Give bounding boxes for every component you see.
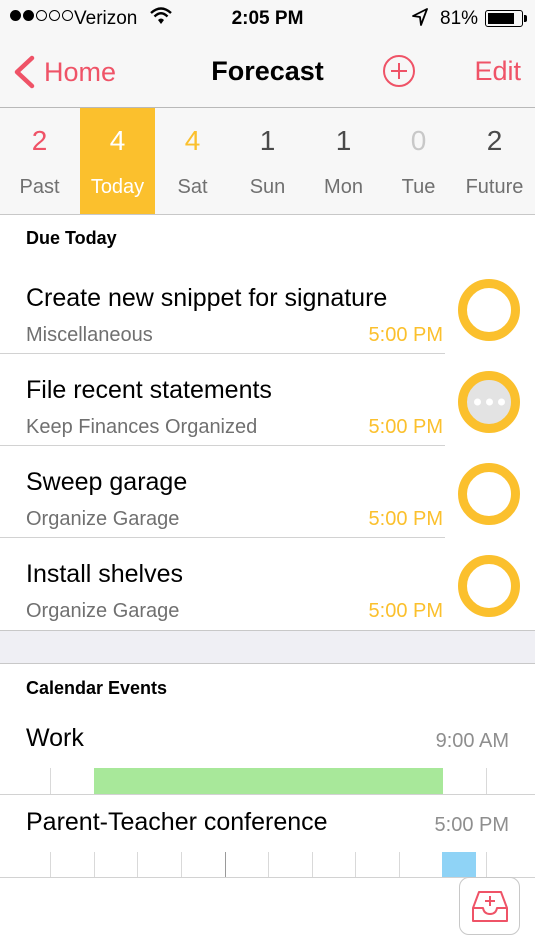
day-tab-mon[interactable]: 1 Mon: [306, 108, 381, 214]
task-checkbox[interactable]: [458, 555, 520, 617]
task-row[interactable]: Create new snippet for signature Miscell…: [0, 262, 535, 354]
due-today-header: Due Today: [26, 228, 117, 248]
back-button[interactable]: Home: [12, 54, 116, 90]
inbox-add-icon: [472, 891, 508, 922]
timeline-tick: [268, 852, 269, 878]
task-title: Create new snippet for signature: [26, 284, 388, 312]
back-button-label: Home: [44, 56, 117, 87]
day-count: 4: [109, 125, 126, 156]
plus-circle-icon[interactable]: [382, 54, 416, 88]
ellipsis-icon: [467, 398, 511, 406]
day-tab-past[interactable]: 2 Past: [2, 108, 77, 214]
timeline-tick: [137, 852, 138, 878]
timeline-tick: [225, 852, 226, 878]
row-divider: [0, 877, 535, 878]
battery-icon: [485, 10, 527, 27]
calendar-events-header: Calendar Events: [26, 678, 168, 698]
edit-button[interactable]: Edit: [474, 56, 521, 87]
day-label: Today: [90, 176, 145, 198]
task-checkbox[interactable]: [458, 279, 520, 341]
event-time: 9:00 AM: [435, 730, 509, 752]
task-checkbox[interactable]: [458, 371, 520, 433]
day-tab-future[interactable]: 2 Future: [457, 108, 532, 214]
day-count: 1: [335, 125, 352, 156]
task-row[interactable]: Install shelves Organize Garage 5:00 PM: [0, 538, 535, 630]
battery-percentage: 81%: [440, 8, 479, 29]
task-title: Sweep garage: [26, 468, 188, 496]
quick-entry-button[interactable]: [459, 877, 520, 935]
event-timeline: [0, 852, 535, 878]
timeline-tick: [486, 768, 487, 794]
task-title: Install shelves: [26, 560, 184, 588]
task-due-time: 5:00 PM: [368, 600, 443, 622]
task-checkbox[interactable]: [458, 463, 520, 525]
timeline-tick: [399, 852, 400, 878]
location-arrow-icon: [412, 8, 428, 26]
day-tab-sun[interactable]: 1 Sun: [230, 108, 305, 214]
event-duration-bar: [442, 852, 476, 878]
day-count: 2: [486, 125, 503, 156]
status-bar: Verizon 2:05 PM 81%: [0, 0, 535, 38]
day-tab-tue[interactable]: 0 Tue: [381, 108, 456, 214]
day-label: Sat: [177, 176, 208, 198]
task-project: Organize Garage: [26, 600, 180, 622]
day-label: Sun: [249, 176, 286, 198]
day-label: Mon: [324, 176, 363, 198]
day-label: Tue: [401, 176, 436, 198]
task-project: Miscellaneous: [26, 324, 153, 346]
day-label: Past: [19, 176, 60, 198]
timeline-tick: [312, 852, 313, 878]
navigation-bar: Home Forecast Edit: [0, 38, 535, 108]
event-time: 5:00 PM: [434, 814, 509, 836]
chevron-left-icon: [14, 55, 35, 89]
event-duration-bar: [94, 768, 443, 794]
task-row[interactable]: Sweep garage Organize Garage 5:00 PM: [0, 446, 535, 538]
task-row[interactable]: File recent statements Keep Finances Org…: [0, 354, 535, 446]
battery-level: [488, 13, 514, 24]
forecast-day-strip: 2 Past 4 Today 4 Sat 1 Sun 1 Mon 0 Tue 2…: [0, 108, 535, 215]
day-tab-today[interactable]: 4 Today: [80, 108, 155, 214]
task-project: Keep Finances Organized: [26, 416, 258, 438]
day-label: Future: [465, 176, 524, 198]
event-title: Parent-Teacher conference: [26, 808, 328, 836]
task-due-time: 5:00 PM: [368, 416, 443, 438]
timeline-tick: [355, 852, 356, 878]
day-count: 0: [410, 125, 427, 156]
section-spacer: [0, 630, 535, 664]
timeline-tick: [50, 768, 51, 794]
timeline-tick: [181, 852, 182, 878]
task-due-time: 5:00 PM: [368, 508, 443, 530]
timeline-tick: [486, 852, 487, 878]
day-tab-sat[interactable]: 4 Sat: [155, 108, 230, 214]
day-count: 4: [184, 125, 201, 156]
event-row-work[interactable]: Work 9:00 AM: [0, 710, 535, 795]
event-row-parent-teacher[interactable]: Parent-Teacher conference 5:00 PM: [0, 795, 535, 878]
timeline-tick: [50, 852, 51, 878]
task-title: File recent statements: [26, 376, 272, 404]
task-project: Organize Garage: [26, 508, 180, 530]
task-due-time: 5:00 PM: [368, 324, 443, 346]
event-timeline: [0, 768, 535, 794]
day-count: 1: [259, 125, 276, 156]
event-title: Work: [26, 724, 84, 752]
day-count: 2: [31, 125, 48, 156]
timeline-tick: [94, 852, 95, 878]
